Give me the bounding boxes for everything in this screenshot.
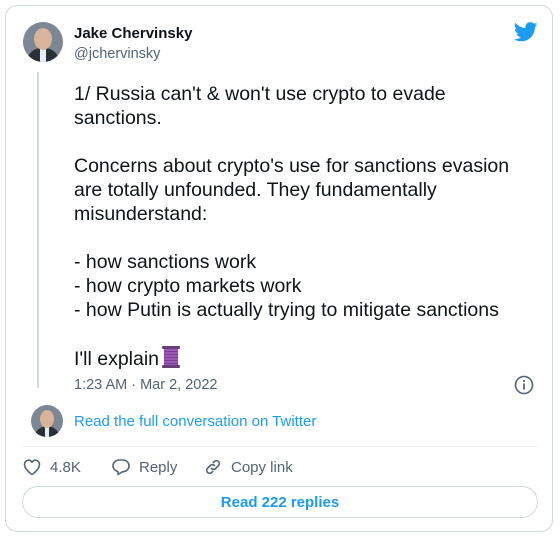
like-count: 4.8K — [50, 458, 81, 476]
copy-link-label: Copy link — [231, 458, 293, 476]
reply-bubble-icon — [112, 459, 130, 476]
read-replies-button[interactable]: Read 222 replies — [22, 486, 538, 518]
tweet-text: 1/ Russia can't & won't use crypto to ev… — [74, 82, 534, 371]
author-name[interactable]: Jake Chervinsky — [74, 25, 192, 42]
tweet-body: 1/ Russia can't & won't use crypto to ev… — [74, 83, 510, 370]
author-handle[interactable]: @jchervinsky — [74, 46, 160, 62]
reply-button[interactable]: Reply — [111, 457, 177, 477]
info-icon[interactable] — [514, 375, 534, 395]
twitter-bird-icon[interactable] — [514, 22, 538, 42]
copy-link-button[interactable]: Copy link — [203, 457, 293, 477]
heart-icon — [23, 459, 41, 476]
reply-label: Reply — [139, 458, 178, 476]
tweet-timestamp[interactable]: 1:23 AM · Mar 2, 2022 — [74, 377, 217, 393]
link-icon — [205, 459, 221, 475]
like-button[interactable]: 4.8K — [22, 457, 81, 477]
conversation-avatar[interactable] — [31, 405, 63, 437]
thread-line — [37, 72, 39, 388]
divider — [22, 446, 538, 447]
thread-spool-icon — [162, 346, 181, 368]
read-conversation-link[interactable]: Read the full conversation on Twitter — [74, 413, 316, 430]
author-avatar[interactable] — [23, 22, 63, 62]
